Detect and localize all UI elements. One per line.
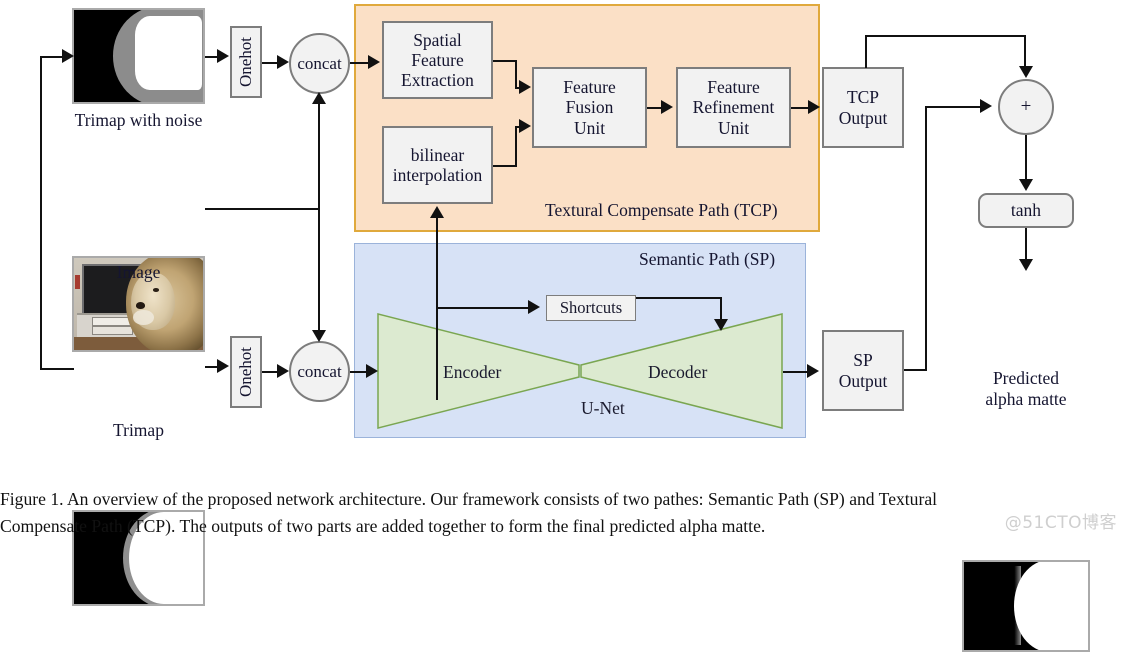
arrow-onehot-bottom [217,359,229,373]
arrow-concat-top [277,55,289,69]
edge-add-to-tanh [1025,135,1027,181]
sp-output-box: SP Output [822,330,904,411]
edge-concat-top-to-sfe [350,62,370,64]
onehot-bottom: Onehot [230,336,262,408]
tcp-output-line-2: Output [838,107,888,128]
edge-tcp-out-down [1024,35,1026,69]
edge-branch-to-shortcuts [436,307,530,309]
concat-bottom-label: concat [297,361,342,381]
predicted-alpha-matte-label: Predicted alpha matte [955,368,1097,409]
edge-tcp-out-up [865,35,867,68]
edge-bilinear-out [493,165,517,167]
encoder-label: Encoder [443,362,502,382]
arrow-decoder-shortcut [714,319,728,331]
arrow-sp-output [807,364,819,378]
arrow-add-from-sp [980,99,992,113]
onehot-top-label: Onehot [236,36,256,88]
onehot-top: Onehot [230,26,262,98]
edge-sp-out-up [925,107,927,371]
fru-line-3: Unit [717,117,750,138]
edge-bus-to-noise [40,56,64,58]
arrow-sfe [368,55,380,69]
sfe-line-3: Extraction [401,70,474,91]
arrow-tcp-output [808,100,820,114]
onehot-bottom-label: Onehot [236,346,256,398]
ffu-line-2: Fusion [565,97,614,118]
sfe-line-1: Spatial [413,29,462,50]
spatial-feature-extraction-box: Spatial Feature Extraction [382,21,493,99]
tcp-output-box: TCP Output [822,67,904,148]
edge-onehot-to-concat-top [262,62,278,64]
tanh-label: tanh [1010,200,1042,221]
predicted-line-2: alpha matte [985,388,1067,409]
watermark: @51CTO博客 [1004,513,1117,533]
edge-trimap-to-bus [40,368,74,370]
feature-fusion-unit-box: Feature Fusion Unit [532,67,647,148]
trimap-with-noise-image [72,8,205,104]
fru-line-2: Refinement [692,97,775,118]
arrow-shortcuts [528,300,540,314]
concat-bottom: concat [289,341,350,402]
bilinear-line-2: interpolation [392,165,483,185]
arrow-alpha [1019,259,1033,271]
predicted-alpha-matte-image [962,560,1090,652]
feature-refinement-unit-box: Feature Refinement Unit [676,67,791,148]
arrow-into-bilinear [430,206,444,218]
edge-tcp-out-across [865,35,1026,37]
edge-fru-to-tcp-output [791,107,809,109]
figure-canvas: Trimap with noise Image Trimap Onehot On… [0,0,1127,652]
arrow-encoder [366,364,378,378]
arrow-onehot-top [217,49,229,63]
edge-sp-bus-to-add [925,106,981,108]
add-node: + [998,79,1054,135]
input-image-label: Image [116,262,161,282]
edge-tanh-to-alpha [1025,228,1027,261]
concat-top-label: concat [297,53,342,73]
tanh-box: tanh [978,193,1074,228]
edge-sfe-out [493,60,517,62]
trimap-with-noise-label: Trimap with noise [74,110,203,130]
ffu-line-1: Feature [563,77,616,98]
tcp-output-line-1: TCP [846,87,880,108]
ffu-line-3: Unit [573,117,606,138]
decoder-label: Decoder [648,362,708,382]
edge-shortcuts-out [636,297,722,299]
sp-panel-title: Semantic Path (SP) [639,249,776,269]
bilinear-line-1: bilinear [410,144,465,165]
bilinear-interpolation-box: bilinear interpolation [382,126,493,204]
edge-image-to-bus [205,208,320,210]
edge-sfe-step [515,60,517,88]
figure-caption: Figure 1. An overview of the proposed ne… [0,486,1127,539]
arrow-concat-bottom [277,364,289,378]
predicted-line-1: Predicted [992,368,1060,388]
arrow-fru [661,100,673,114]
edge-image-bus-down [318,208,320,332]
edge-trimap-to-noise-vertical [40,56,42,370]
concat-top: concat [289,33,350,94]
edge-shortcuts-down [720,297,722,321]
arrow-into-trimap-noise [62,49,74,63]
fru-line-1: Feature [707,77,760,98]
sp-output-line-2: Output [838,370,888,391]
caption-line-1: Figure 1. An overview of the proposed ne… [0,489,938,509]
arrow-tanh [1019,179,1033,191]
caption-line-2: Compensate Path (TCP). The outputs of tw… [0,515,766,536]
trimap-label: Trimap [113,420,164,440]
arrow-add-from-tcp [1019,66,1033,78]
sp-output-line-1: SP [853,350,873,371]
edge-image-bus-up [318,102,320,210]
tcp-panel-title: Textural Compensate Path (TCP) [545,200,778,220]
edge-onehot-to-concat-bottom [262,371,278,373]
edge-sp-out-to-bus [904,369,927,371]
edge-ffu-to-fru [647,107,662,109]
arrow-image-to-concat-bottom [312,330,326,342]
arrow-ffu-top [519,80,531,94]
arrow-ffu-bottom [519,119,531,133]
edge-bilinear-step [515,127,517,167]
unet-label: U-Net [581,398,625,418]
sfe-line-2: Feature [411,49,464,70]
edge-decoder-to-sp-output [783,371,809,373]
add-label: + [1020,96,1032,117]
arrow-image-to-concat-top [312,92,326,104]
